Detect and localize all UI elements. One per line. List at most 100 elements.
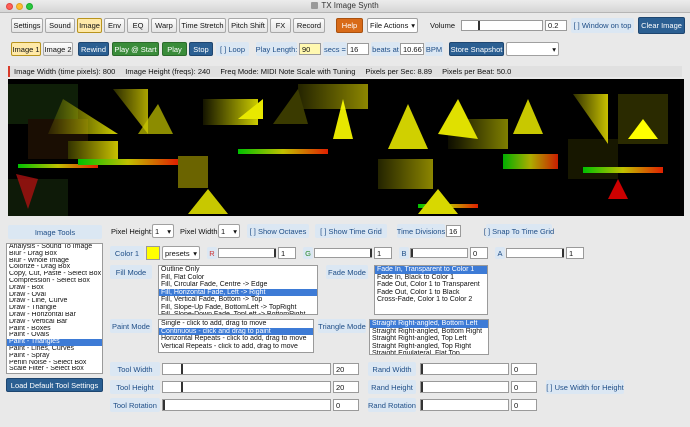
color-1-swatch[interactable] [146,246,160,260]
tool-list-item[interactable]: Draw - Triangle [7,305,102,312]
tool-height-value[interactable]: 20 [333,381,359,393]
snapshot-select[interactable]: ▾ [506,42,559,56]
volume-slider[interactable] [461,20,543,31]
tool-rotation-slider[interactable] [162,399,331,411]
tool-list-item[interactable]: Draw - Line, Curve [7,298,102,305]
rand-height-slider[interactable] [420,381,509,393]
tab-image[interactable]: Image [77,18,102,33]
tab-env[interactable]: Env [104,18,125,33]
tool-list-item[interactable]: Draw - Oval [7,292,102,299]
tool-list-item[interactable]: Paint - Lines, Curves [7,346,102,353]
tab-record[interactable]: Record [293,18,325,33]
show-time-grid-toggle[interactable]: [ ] Show Time Grid [315,224,387,238]
red-slider[interactable] [218,248,276,258]
green-slider-thumb[interactable] [370,249,372,257]
fill-mode-item[interactable]: Fill, Horizontal Fade, Left -> Right [159,288,317,296]
volume-slider-thumb[interactable] [478,21,480,30]
fade-mode-list[interactable]: Fade In, Transparent to Color 1 Fade In, … [374,265,488,315]
tool-width-value[interactable]: 20 [333,363,359,375]
triangle-mode-item[interactable]: Straight Right-angled, Top Left [370,335,488,343]
clear-image-button[interactable]: Clear Image [638,17,685,34]
paint-mode-item[interactable]: Single - click to add, drag to move [159,320,313,328]
rand-width-slider-thumb[interactable] [421,364,423,374]
tool-rotation-slider-thumb[interactable] [163,400,165,410]
store-snapshot-button[interactable]: Store Snapshot [449,42,504,56]
green-slider[interactable] [314,248,372,258]
alpha-slider-thumb[interactable] [562,249,564,257]
play-at-start-button[interactable]: Play @ Start [112,42,159,56]
snap-to-time-grid-toggle[interactable]: [ ] Snap To Time Grid [484,224,554,238]
tool-list-item[interactable]: Blur - Drag Box [7,251,102,258]
fill-mode-item[interactable]: Fill, Circular Fade, Centre -> Edge [159,281,317,289]
file-actions-select[interactable]: File Actions ▾ [367,18,418,33]
image-canvas[interactable] [8,79,684,216]
play-button[interactable]: Play [162,42,187,56]
rand-height-value[interactable]: 0 [511,381,537,393]
tool-list-item[interactable]: Blur - Whole Image [7,258,102,265]
pixel-width-select[interactable]: 1 ▾ [218,224,240,238]
image-tools-list[interactable]: Analysis - Sound To Image Blur - Drag Box… [6,243,103,374]
tool-list-item[interactable]: Draw - Vertical Bar [7,319,102,326]
paint-mode-item[interactable]: Continuous - click and drag to paint [159,327,313,335]
tool-rotation-value[interactable]: 0 [333,399,359,411]
tool-width-slider-thumb[interactable] [181,364,183,374]
rand-height-slider-thumb[interactable] [421,382,423,392]
triangle-mode-item[interactable]: Straight Right-angled, Bottom Right [370,328,488,336]
fade-mode-item[interactable]: Fade Out, Color 1 to Black [375,289,487,297]
paint-mode-list[interactable]: Single - click to add, drag to move Conti… [158,319,314,353]
red-slider-thumb[interactable] [274,249,276,257]
blue-slider[interactable] [410,248,468,258]
time-divisions-input[interactable]: 16 [446,225,461,237]
tool-width-slider[interactable] [162,363,331,375]
green-value[interactable]: 1 [374,247,392,259]
bpm-input[interactable]: 10.667 [400,43,424,55]
fade-mode-item[interactable]: Fade Out, Color 1 to Transparent [375,281,487,289]
rand-width-value[interactable]: 0 [511,363,537,375]
show-octaves-toggle[interactable]: [ ] Show Octaves [247,224,309,238]
fill-mode-item[interactable]: Fill, Slope-Down Fade, TopLeft -> Bottom… [159,311,317,314]
triangle-mode-item[interactable]: Straight Right-angled, Bottom Left [370,320,488,328]
triangle-mode-list[interactable]: Straight Right-angled, Bottom Left Straig… [369,319,489,355]
beats-input[interactable]: 16 [347,43,369,55]
tool-list-item[interactable]: Paint - Ovals [7,332,102,339]
tab-fx[interactable]: FX [270,18,291,33]
triangle-mode-item[interactable]: Straight Right-angled, Top Right [370,343,488,351]
tool-list-item[interactable]: Copy, Cut, Paste - Select Box [7,271,102,278]
tab-pitch-shift[interactable]: Pitch Shift [228,18,268,33]
tab-warp[interactable]: Warp [151,18,177,33]
tool-list-item[interactable]: Scale Filter - Select Box [7,366,102,373]
triangle-mode-item[interactable]: Straight Equilateral, Flat Top [370,350,488,354]
fill-mode-item[interactable]: Outline Only [159,266,317,274]
image-2-button[interactable]: Image 2 [43,42,73,56]
tab-settings[interactable]: Settings [11,18,43,33]
tab-eq[interactable]: EQ [127,18,149,33]
blue-slider-thumb[interactable] [411,249,413,257]
tool-list-item[interactable]: Draw - Horizontal Bar [7,312,102,319]
tool-list-item[interactable]: Paint - Boxes [7,326,102,333]
tool-list-item[interactable]: Colorize - Drag Box [7,264,102,271]
rand-rotation-slider[interactable] [420,399,509,411]
load-default-tool-settings-button[interactable]: Load Default Tool Settings [6,378,103,392]
alpha-slider[interactable] [506,248,564,258]
presets-select[interactable]: presets ▾ [162,246,200,260]
tool-list-item[interactable]: Compression - Select Box [7,278,102,285]
tool-list-item[interactable]: Paint - Spray [7,353,102,360]
fade-mode-item[interactable]: Cross-Fade, Color 1 to Color 2 [375,296,487,304]
pixel-height-select[interactable]: 1 ▾ [152,224,174,238]
play-length-input[interactable]: 90 [299,43,321,55]
window-on-top-toggle[interactable]: [ ] Window on top [571,18,634,33]
rand-width-slider[interactable] [420,363,509,375]
tool-height-slider[interactable] [162,381,331,393]
red-value[interactable]: 1 [278,247,296,259]
paint-mode-item[interactable]: Horizontal Repeats - click to add, drag … [159,335,313,343]
fade-mode-item[interactable]: Fade In, Black to Color 1 [375,274,487,282]
fill-mode-item[interactable]: Fill, Vertical Fade, Bottom -> Top [159,296,317,304]
image-1-button[interactable]: Image 1 [11,42,41,56]
tool-list-item[interactable]: Draw - Box [7,285,102,292]
paint-mode-item[interactable]: Vertical Repeats - click to add, drag to… [159,343,313,351]
tool-list-item[interactable]: Paint - Triangles [7,339,102,346]
tool-height-slider-thumb[interactable] [181,382,183,392]
tool-list-item[interactable]: Analysis - Sound To Image [7,244,102,251]
rand-rotation-value[interactable]: 0 [511,399,537,411]
rewind-button[interactable]: Rewind [78,42,109,56]
